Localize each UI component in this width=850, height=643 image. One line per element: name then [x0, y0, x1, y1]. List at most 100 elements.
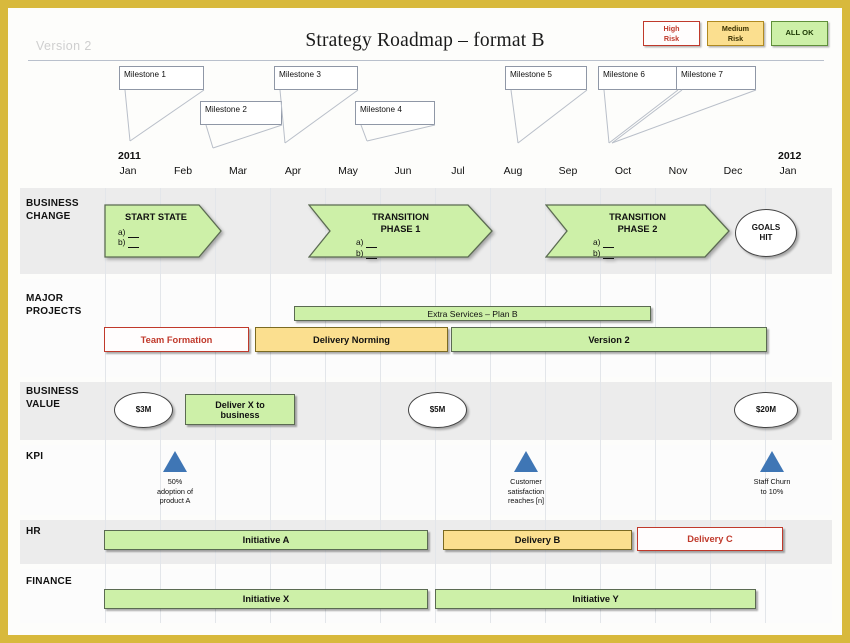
legend-high-risk-line2: Risk	[663, 33, 680, 43]
goals-hit-line2: HIT	[759, 233, 773, 242]
lane-label-hr: HR	[26, 526, 41, 539]
value-marker-20m[interactable]: $20M	[734, 392, 798, 428]
kpi-caption-satisfaction-line2: satisfaction	[507, 486, 545, 496]
lane-label-business-value-line1: BUSINESS	[26, 386, 79, 397]
milestone-callout-4[interactable]: Milestone 4	[355, 101, 435, 125]
kpi-caption-adoption-line3: product A	[159, 496, 191, 505]
kpi-caption-satisfaction-line3: reaches [n]	[507, 496, 545, 505]
kpi-caption-satisfaction: Customer satisfaction reaches [n]	[491, 477, 561, 506]
legend-high-risk[interactable]: High Risk	[643, 21, 700, 46]
kpi-caption-adoption-line1: 50%	[167, 477, 183, 486]
milestone-label-5: Milestone 5	[510, 70, 552, 79]
value-box-deliver-x-line1: Deliver X to	[215, 399, 265, 410]
goals-hit-marker[interactable]: GOALS HIT	[735, 209, 797, 257]
kpi-marker-staff-churn[interactable]: Staff Churn to 10%	[737, 451, 807, 496]
phase-transition-1-a: a)	[356, 237, 493, 248]
milestone-label-4: Milestone 4	[360, 105, 402, 114]
project-bar-version-2-label: Version 2	[588, 334, 630, 345]
project-bar-extra-services[interactable]: Extra Services – Plan B	[294, 306, 651, 321]
hr-bar-delivery-c[interactable]: Delivery C	[637, 527, 783, 551]
axis-year-end: 2012	[778, 150, 802, 162]
header-divider	[28, 60, 824, 61]
milestone-callout-6[interactable]: Milestone 6	[598, 66, 678, 90]
value-marker-5m[interactable]: $5M	[408, 392, 467, 428]
finance-bar-initiative-x[interactable]: Initiative X	[104, 589, 428, 609]
kpi-marker-adoption[interactable]: 50% adoption of product A	[140, 451, 210, 506]
axis-month-dec: Dec	[723, 165, 743, 177]
axis-month-feb: Feb	[173, 165, 193, 177]
axis-month-oct: Oct	[614, 165, 632, 177]
lane-label-kpi-line1: KPI	[26, 451, 44, 462]
lane-label-hr-line1: HR	[26, 526, 41, 537]
kpi-triangle-icon	[760, 451, 784, 472]
legend-all-ok[interactable]: ALL OK	[771, 21, 828, 46]
kpi-caption-staff-churn-line2: to 10%	[760, 486, 784, 496]
axis-month-jul: Jul	[451, 165, 465, 177]
kpi-triangle-icon	[163, 451, 187, 472]
finance-bar-initiative-y[interactable]: Initiative Y	[435, 589, 756, 609]
lane-label-major-projects-line2: PROJECTS	[26, 305, 82, 317]
project-bar-extra-services-label: Extra Services – Plan B	[427, 308, 518, 319]
kpi-caption-staff-churn: Staff Churn to 10%	[737, 477, 807, 496]
phase-start-state-b: b)	[118, 237, 222, 248]
hr-bar-delivery-c-label: Delivery C	[687, 534, 733, 544]
axis-month-aug: Aug	[503, 165, 523, 177]
axis-month-apr: Apr	[284, 165, 302, 177]
value-marker-5m-label: $5M	[429, 405, 446, 414]
phase-transition-1-b: b)	[356, 247, 493, 259]
milestone-label-7: Milestone 7	[681, 70, 723, 79]
lane-label-finance-line1: FINANCE	[26, 576, 72, 587]
hr-bar-initiative-a[interactable]: Initiative A	[104, 530, 428, 550]
axis-month-jun: Jun	[394, 165, 412, 177]
axis-month-jan-2011: Jan	[119, 165, 137, 177]
axis-month-mar: Mar	[228, 165, 248, 177]
kpi-caption-staff-churn-line1: Staff Churn	[753, 477, 791, 486]
milestone-callout-7[interactable]: Milestone 7	[676, 66, 756, 90]
milestone-callout-1[interactable]: Milestone 1	[119, 66, 204, 90]
lane-label-finance: FINANCE	[26, 576, 72, 589]
axis-month-sep: Sep	[558, 165, 578, 177]
milestone-callout-5[interactable]: Milestone 5	[505, 66, 587, 90]
lane-label-kpi: KPI	[26, 451, 43, 464]
legend-medium-risk-line1: Medium	[721, 23, 750, 33]
finance-bar-initiative-x-label: Initiative X	[242, 594, 290, 604]
value-marker-3m[interactable]: $3M	[114, 392, 173, 428]
value-marker-20m-label: $20M	[755, 405, 776, 414]
phase-start-state-a: a)	[118, 226, 222, 238]
value-marker-3m-label: $3M	[135, 405, 152, 414]
axis-month-may: May	[338, 165, 358, 177]
lane-label-business-change: BUSINESS CHANGE	[26, 198, 79, 223]
lane-label-business-value-line2: VALUE	[26, 398, 61, 410]
milestone-label-1: Milestone 1	[124, 70, 166, 79]
kpi-caption-adoption: 50% adoption of product A	[140, 477, 210, 506]
hr-bar-delivery-b-label: Delivery B	[514, 535, 561, 545]
hr-bar-initiative-a-label: Initiative A	[242, 535, 290, 545]
phase-transition-1-heading-line2: PHASE 1	[380, 223, 421, 234]
project-bar-version-2[interactable]: Version 2	[451, 327, 767, 352]
phase-transition-2[interactable]: TRANSITION PHASE 2 a) b)	[544, 204, 730, 259]
phase-start-state[interactable]: START STATE a) b)	[104, 204, 222, 258]
phase-transition-1-heading-line1: TRANSITION	[372, 212, 429, 222]
milestone-callout-2[interactable]: Milestone 2	[200, 101, 282, 125]
milestone-label-3: Milestone 3	[279, 70, 321, 79]
phase-transition-2-b: b)	[593, 247, 730, 259]
goals-hit-line1: GOALS	[751, 223, 781, 232]
hr-bar-delivery-b[interactable]: Delivery B	[443, 530, 632, 550]
kpi-marker-satisfaction[interactable]: Customer satisfaction reaches [n]	[491, 451, 561, 506]
value-box-deliver-x[interactable]: Deliver X to business	[185, 394, 295, 425]
milestone-label-2: Milestone 2	[205, 105, 247, 114]
legend-all-ok-line1: ALL OK	[785, 28, 814, 38]
roadmap-canvas: Version 2 Strategy Roadmap – format B Hi…	[8, 8, 842, 635]
project-bar-team-formation[interactable]: Team Formation	[104, 327, 249, 352]
phase-transition-1[interactable]: TRANSITION PHASE 1 a) b)	[307, 204, 493, 259]
project-bar-delivery-norming[interactable]: Delivery Norming	[255, 327, 448, 352]
lane-label-business-value: BUSINESS VALUE	[26, 386, 79, 411]
phase-transition-2-a: a)	[593, 237, 730, 248]
axis-month-jan-2012: Jan	[779, 165, 797, 177]
lane-label-major-projects: MAJOR PROJECTS	[26, 293, 82, 318]
legend-medium-risk[interactable]: Medium Risk	[707, 21, 764, 46]
lane-label-business-change-line1: BUSINESS	[26, 198, 79, 209]
milestone-callout-3[interactable]: Milestone 3	[274, 66, 358, 90]
kpi-triangle-icon	[514, 451, 538, 472]
kpi-caption-satisfaction-line1: Customer	[510, 477, 542, 486]
